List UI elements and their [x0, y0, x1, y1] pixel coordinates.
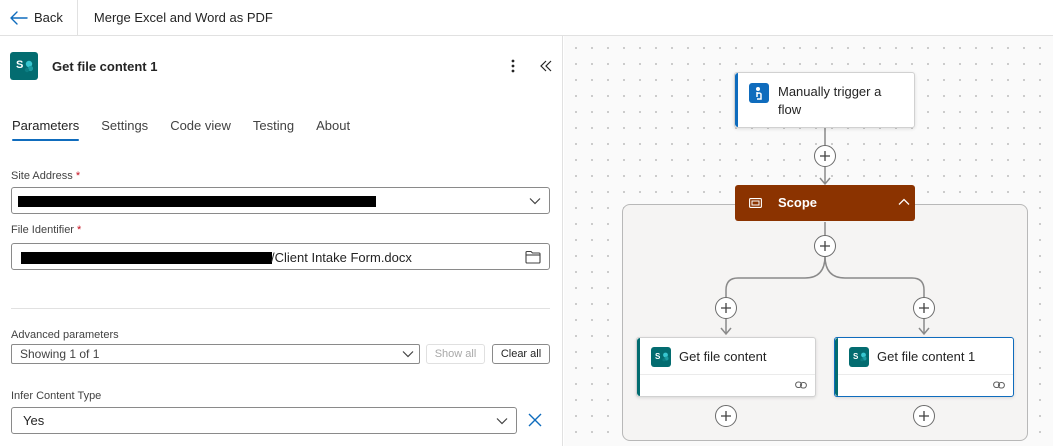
- chevron-up-icon[interactable]: [898, 198, 910, 206]
- chevron-down-icon: [496, 418, 508, 425]
- sharepoint-icon: S: [849, 347, 869, 367]
- site-address-label: Site Address *: [11, 170, 80, 182]
- chevron-down-icon: [402, 351, 414, 358]
- infer-content-type-dropdown[interactable]: Yes: [11, 407, 517, 434]
- insert-step-button[interactable]: [715, 297, 737, 319]
- site-address-dropdown[interactable]: [11, 187, 550, 214]
- file-identifier-value: /Client Intake Form.docx: [271, 250, 412, 265]
- action-details-panel: S Get file content 1 Parameters Settings…: [0, 36, 563, 446]
- sharepoint-icon: S: [10, 52, 38, 80]
- card-accent: [835, 338, 838, 396]
- top-bar: Back Merge Excel and Word as PDF: [0, 0, 1053, 36]
- plus-icon: [919, 303, 929, 313]
- get-file-content-1-title: Get file content 1: [877, 349, 976, 364]
- insert-step-button[interactable]: [715, 405, 737, 427]
- card-accent: [637, 338, 640, 396]
- advanced-parameters-label: Advanced parameters: [11, 329, 119, 341]
- arrow-left-icon: [10, 10, 28, 25]
- plus-icon: [721, 411, 731, 421]
- tab-parameters[interactable]: Parameters: [12, 118, 80, 141]
- flow-title: Merge Excel and Word as PDF: [93, 10, 273, 25]
- back-button[interactable]: Back: [0, 0, 73, 36]
- plus-icon: [721, 303, 731, 313]
- trigger-title-line1: Manually trigger a: [778, 84, 882, 99]
- card-accent: [735, 73, 738, 127]
- more-options-button[interactable]: [505, 56, 521, 76]
- advanced-parameters-dropdown[interactable]: Showing 1 of 1: [11, 344, 420, 364]
- required-marker: *: [77, 224, 82, 236]
- folder-icon[interactable]: [525, 250, 541, 264]
- chevron-down-icon: [529, 198, 541, 205]
- insert-step-button[interactable]: [913, 405, 935, 427]
- collapse-panel-icon[interactable]: [538, 57, 554, 75]
- panel-header: S Get file content 1: [10, 52, 157, 80]
- scope-header[interactable]: Scope: [735, 185, 915, 221]
- get-file-content-card[interactable]: S Get file content: [636, 337, 816, 397]
- plus-icon: [820, 241, 830, 251]
- link-icon: [993, 381, 1005, 389]
- infer-content-type-label: Infer Content Type: [11, 390, 102, 402]
- tab-about[interactable]: About: [316, 118, 350, 141]
- infer-content-type-value: Yes: [23, 413, 45, 428]
- tab-code-view[interactable]: Code view: [170, 118, 231, 141]
- insert-step-button[interactable]: [814, 145, 836, 167]
- site-address-label-text: Site Address: [11, 170, 73, 182]
- clear-all-button[interactable]: Clear all: [492, 344, 550, 364]
- required-marker: *: [75, 170, 81, 182]
- plus-icon: [820, 151, 830, 161]
- redacted-file-path: [21, 252, 272, 264]
- tab-settings[interactable]: Settings: [101, 118, 148, 141]
- get-file-content-1-card[interactable]: S Get file content 1: [834, 337, 1014, 397]
- panel-tabs: Parameters Settings Code view Testing Ab…: [12, 118, 372, 141]
- plus-icon: [919, 411, 929, 421]
- scope-icon: [749, 198, 762, 208]
- card-divider: [838, 374, 1013, 375]
- sharepoint-icon: S: [651, 347, 671, 367]
- trigger-card[interactable]: Manually trigger a flow: [734, 72, 915, 128]
- back-label: Back: [34, 10, 63, 25]
- section-divider: [11, 308, 550, 309]
- advanced-parameters-value: Showing 1 of 1: [20, 347, 100, 361]
- trigger-title-line2: flow: [778, 102, 802, 117]
- file-identifier-label: File Identifier *: [11, 224, 81, 236]
- panel-title: Get file content 1: [52, 58, 158, 74]
- link-icon: [795, 381, 807, 389]
- insert-step-button[interactable]: [913, 297, 935, 319]
- show-all-button[interactable]: Show all: [426, 344, 485, 364]
- scope-label: Scope: [778, 195, 818, 210]
- tab-testing[interactable]: Testing: [253, 118, 294, 141]
- file-identifier-input[interactable]: /Client Intake Form.docx: [11, 243, 550, 270]
- redacted-site-address: [18, 196, 376, 207]
- file-identifier-label-text: File Identifier: [11, 224, 74, 236]
- remove-parameter-icon[interactable]: [527, 412, 543, 428]
- insert-step-button[interactable]: [814, 235, 836, 257]
- manual-trigger-icon: [749, 83, 769, 103]
- more-vertical-icon: [511, 59, 515, 73]
- topbar-divider: [76, 0, 78, 36]
- card-divider: [640, 374, 815, 375]
- get-file-content-title: Get file content: [679, 349, 767, 364]
